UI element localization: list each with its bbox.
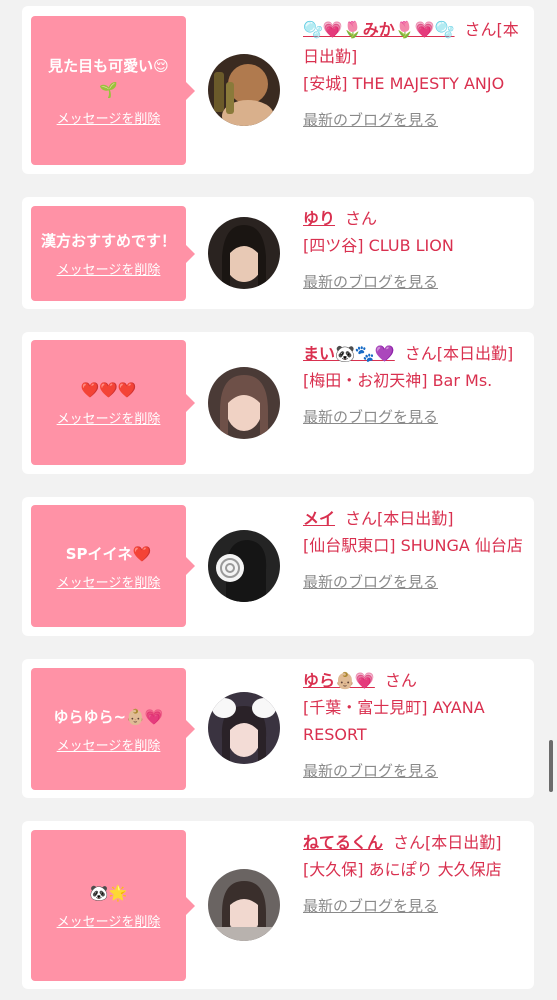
page: 見た目も可愛い😌🌱 メッセージを削除 🫧💗🌷みか🌷💗🫧 さん[本日出勤] [安城]… <box>0 0 557 1000</box>
avatar[interactable] <box>208 692 280 764</box>
favorite-card: 🐼🌟 メッセージを削除 ねてるくん さん[本日出勤] [大久保] あにぽり 大久保… <box>22 821 534 989</box>
message-text: 漢方おすすめです！ <box>40 232 176 250</box>
message-text: 🐼🌟 <box>89 884 128 902</box>
avatar[interactable] <box>208 367 280 439</box>
message-bubble: ❤️❤️❤️ メッセージを削除 <box>31 340 195 465</box>
delete-message-link[interactable]: メッセージを削除 <box>57 408 161 427</box>
message-bubble: SPイイネ❤️ メッセージを削除 <box>31 505 195 627</box>
cast-info: ゆら👶🏼💗 さん [千葉・富士見町] AYANA RESORT 最新のブログを見る <box>303 667 529 785</box>
cast-status: さん <box>384 671 417 690</box>
cast-status: さん <box>345 209 378 228</box>
avatar[interactable] <box>208 530 280 602</box>
cast-status: さん[本日出勤] <box>393 833 502 852</box>
message-text: ゆらゆら~👶🏼💗 <box>53 707 164 726</box>
delete-message-link[interactable]: メッセージを削除 <box>57 572 161 591</box>
cast-name-link[interactable]: まい🐼🐾💜 <box>303 344 395 363</box>
cast-name-link[interactable]: メイ <box>303 509 335 528</box>
favorite-card: 漢方おすすめです！ メッセージを削除 ゆり さん [四ツ谷] CLUB LION … <box>22 197 534 309</box>
cast-name-link[interactable]: ねてるくん <box>303 833 383 852</box>
shop-name: [千葉・富士見町] AYANA RESORT <box>303 698 485 744</box>
shop-name: [安城] THE MAJESTY ANJO <box>303 74 505 93</box>
message-bubble: 見た目も可愛い😌🌱 メッセージを削除 <box>31 16 195 165</box>
scrollbar[interactable] <box>549 740 553 792</box>
delete-message-link[interactable]: メッセージを削除 <box>57 259 161 278</box>
latest-blog-link[interactable]: 最新のブログを見る <box>303 269 529 296</box>
cast-status: さん[本日出勤] <box>345 509 454 528</box>
message-bubble: 🐼🌟 メッセージを削除 <box>31 830 195 981</box>
favorite-card: ❤️❤️❤️ メッセージを削除 まい🐼🐾💜 さん[本日出勤] [梅田・お初天神] … <box>22 332 534 474</box>
latest-blog-link[interactable]: 最新のブログを見る <box>303 758 529 785</box>
message-bubble: ゆらゆら~👶🏼💗 メッセージを削除 <box>31 668 195 790</box>
delete-message-link[interactable]: メッセージを削除 <box>57 911 161 930</box>
cast-name-link[interactable]: ゆり <box>303 209 335 228</box>
cast-info: まい🐼🐾💜 さん[本日出勤] [梅田・お初天神] Bar Ms. 最新のブログを見… <box>303 340 529 431</box>
shop-name: [四ツ谷] CLUB LION <box>303 236 454 255</box>
favorite-card: SPイイネ❤️ メッセージを削除 メイ さん[本日出勤] [仙台駅東口] SHUN… <box>22 497 534 636</box>
cast-info: メイ さん[本日出勤] [仙台駅東口] SHUNGA 仙台店 最新のブログを見る <box>303 505 529 596</box>
latest-blog-link[interactable]: 最新のブログを見る <box>303 569 529 596</box>
message-bubble: 漢方おすすめです！ メッセージを削除 <box>31 206 195 301</box>
shop-name: [梅田・お初天神] Bar Ms. <box>303 371 493 390</box>
cast-status: さん[本日出勤] <box>404 344 514 363</box>
message-text: 見た目も可愛い😌🌱 <box>48 57 169 99</box>
latest-blog-link[interactable]: 最新のブログを見る <box>303 107 529 134</box>
cast-name-link[interactable]: 🫧💗🌷みか🌷💗🫧 <box>303 20 455 39</box>
latest-blog-link[interactable]: 最新のブログを見る <box>303 404 529 431</box>
avatar[interactable] <box>208 869 280 941</box>
cast-info: 🫧💗🌷みか🌷💗🫧 さん[本日出勤] [安城] THE MAJESTY ANJO 最… <box>303 16 529 134</box>
delete-message-link[interactable]: メッセージを削除 <box>57 108 161 127</box>
favorite-card: 見た目も可愛い😌🌱 メッセージを削除 🫧💗🌷みか🌷💗🫧 さん[本日出勤] [安城]… <box>22 6 534 174</box>
message-text: SPイイネ❤️ <box>65 544 152 563</box>
latest-blog-link[interactable]: 最新のブログを見る <box>303 893 529 920</box>
cast-name-link[interactable]: ゆら👶🏼💗 <box>303 671 375 690</box>
cast-info: ねてるくん さん[本日出勤] [大久保] あにぽり 大久保店 最新のブログを見る <box>303 829 529 920</box>
cast-info: ゆり さん [四ツ谷] CLUB LION 最新のブログを見る <box>303 205 529 296</box>
shop-name: [仙台駅東口] SHUNGA 仙台店 <box>303 536 523 555</box>
message-text: ❤️❤️❤️ <box>80 381 137 399</box>
avatar[interactable] <box>208 54 280 126</box>
delete-message-link[interactable]: メッセージを削除 <box>57 735 161 754</box>
shop-name: [大久保] あにぽり 大久保店 <box>303 860 502 879</box>
favorite-card: ゆらゆら~👶🏼💗 メッセージを削除 ゆら👶🏼💗 さん [千葉・富士見町] AYAN… <box>22 659 534 798</box>
avatar[interactable] <box>208 217 280 289</box>
